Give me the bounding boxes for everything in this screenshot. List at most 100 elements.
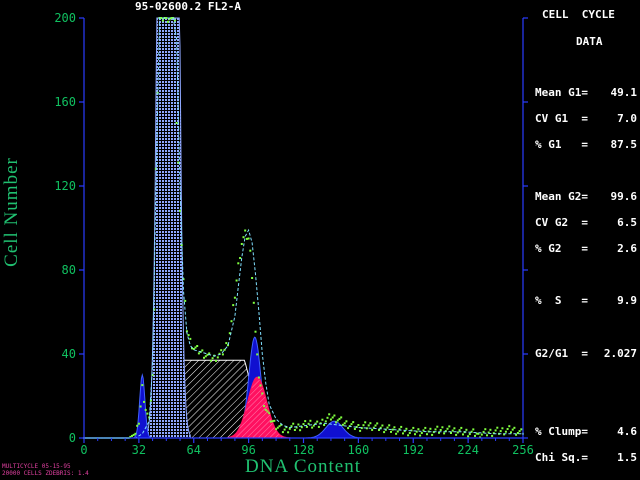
histogram-point bbox=[209, 359, 212, 362]
histogram-point bbox=[496, 426, 499, 429]
stat-value: 4.6 bbox=[617, 425, 637, 438]
histogram-point bbox=[261, 392, 264, 395]
histogram-point bbox=[453, 427, 456, 430]
histogram-point bbox=[504, 430, 507, 433]
histogram-point bbox=[197, 352, 200, 355]
histogram-point bbox=[465, 428, 468, 431]
histogram-point bbox=[395, 432, 398, 435]
histogram-point bbox=[263, 405, 266, 408]
stat-row: % S = 9.9 bbox=[535, 294, 639, 307]
stat-label: Mean G2= bbox=[535, 190, 588, 203]
histogram-point bbox=[480, 433, 483, 436]
histogram-point bbox=[215, 359, 217, 362]
histogram-point bbox=[393, 426, 396, 429]
histogram-point bbox=[273, 419, 276, 422]
stat-label: CV G2 = bbox=[535, 216, 588, 229]
histogram-point bbox=[244, 229, 247, 232]
histogram-point bbox=[161, 19, 164, 22]
x-tick-label: 32 bbox=[132, 443, 146, 457]
histogram-point bbox=[489, 428, 492, 431]
histogram-point bbox=[175, 122, 178, 124]
histogram-point bbox=[201, 349, 204, 352]
histogram-point bbox=[299, 429, 302, 432]
histogram-point bbox=[239, 257, 242, 259]
histogram-point bbox=[187, 334, 190, 337]
stat-value: 9.9 bbox=[617, 294, 637, 307]
histogram-point bbox=[419, 434, 422, 437]
histogram-point bbox=[203, 356, 205, 359]
histogram-point bbox=[455, 433, 458, 436]
histogram-point bbox=[374, 424, 377, 427]
histogram-point bbox=[305, 425, 308, 428]
footer-line-2: 20000 CELLS ZDEBRIS: 1.4 bbox=[2, 470, 89, 477]
histogram-point bbox=[141, 384, 144, 387]
histogram-point bbox=[408, 432, 411, 434]
stat-row: % Clump= 4.6 bbox=[535, 425, 639, 438]
histogram-point bbox=[364, 421, 367, 424]
histogram-point bbox=[420, 432, 423, 434]
histogram-point bbox=[383, 431, 386, 434]
histogram-point bbox=[491, 434, 494, 437]
histogram-point bbox=[139, 405, 142, 408]
stat-row: CV G1 = 7.0 bbox=[535, 112, 639, 125]
histogram-point bbox=[350, 423, 353, 426]
histogram-point bbox=[317, 425, 320, 428]
histogram-point bbox=[232, 304, 235, 307]
histogram-point bbox=[316, 420, 319, 423]
histogram-point bbox=[468, 433, 471, 435]
stat-value: 7.0 bbox=[617, 112, 637, 125]
histogram-point bbox=[221, 353, 224, 356]
histogram-point bbox=[436, 425, 439, 428]
histogram-point bbox=[323, 424, 326, 426]
x-tick-label: 64 bbox=[187, 443, 201, 457]
axes-layer: 040801201602000 32 64 96 128 160 192 224 256 bbox=[54, 11, 534, 457]
histogram-point bbox=[462, 433, 464, 436]
stat-row: G2/G1 = 2.027 bbox=[535, 347, 639, 360]
histogram-point bbox=[353, 428, 356, 430]
histogram-point bbox=[230, 320, 233, 323]
histogram-point bbox=[362, 424, 365, 427]
y-tick-label: 200 bbox=[54, 11, 76, 25]
histogram-point bbox=[240, 243, 243, 245]
histogram-point bbox=[281, 431, 284, 434]
stat-value: 6.5 bbox=[617, 216, 637, 229]
histogram-point bbox=[352, 421, 355, 424]
stat-value: 87.5 bbox=[610, 138, 638, 151]
histogram-point bbox=[247, 237, 250, 240]
stat-row: % G1 = 87.5 bbox=[535, 138, 639, 151]
stat-label: Mean G1= bbox=[535, 86, 588, 99]
histogram-point bbox=[196, 345, 199, 347]
cell-cycle-data-panel: CELL CYCLE DATA Mean G1= 49.1 CV G1 = 7.0 % … bbox=[530, 0, 638, 480]
histogram-point bbox=[499, 430, 502, 433]
histogram-point bbox=[371, 428, 374, 431]
y-axis-title: Cell Number bbox=[1, 157, 22, 267]
stat-value: 1.5 bbox=[617, 451, 637, 464]
histogram-point bbox=[520, 428, 523, 431]
histogram-point bbox=[474, 434, 476, 437]
histogram-point bbox=[414, 433, 416, 436]
y-tick-label: 120 bbox=[54, 179, 76, 193]
stat-row: Chi Sq.= 1.5 bbox=[535, 451, 639, 464]
histogram-point bbox=[518, 430, 521, 433]
histogram-point bbox=[448, 425, 451, 428]
stat-label: Chi Sq.= bbox=[535, 451, 588, 464]
stat-label: CV G1 = bbox=[535, 112, 588, 125]
stat-row: Mean G1= 49.1 bbox=[535, 86, 639, 99]
histogram-point bbox=[390, 430, 392, 433]
histogram-point bbox=[137, 422, 140, 425]
histogram-point bbox=[216, 356, 219, 359]
histogram-point bbox=[329, 418, 332, 421]
stat-label: % S = bbox=[535, 294, 588, 307]
histogram-point bbox=[331, 416, 334, 419]
x-axis-title: DNA Content bbox=[245, 456, 361, 477]
histogram-point bbox=[434, 428, 437, 431]
histogram-point bbox=[510, 431, 512, 434]
histogram-point bbox=[388, 424, 391, 427]
histogram-point bbox=[167, 20, 169, 23]
histogram-layer bbox=[83, 17, 524, 439]
histogram-point bbox=[460, 426, 463, 429]
histogram-point bbox=[321, 418, 324, 421]
histogram-point bbox=[347, 427, 350, 430]
histogram-point bbox=[134, 432, 137, 435]
histogram-point bbox=[168, 18, 171, 21]
